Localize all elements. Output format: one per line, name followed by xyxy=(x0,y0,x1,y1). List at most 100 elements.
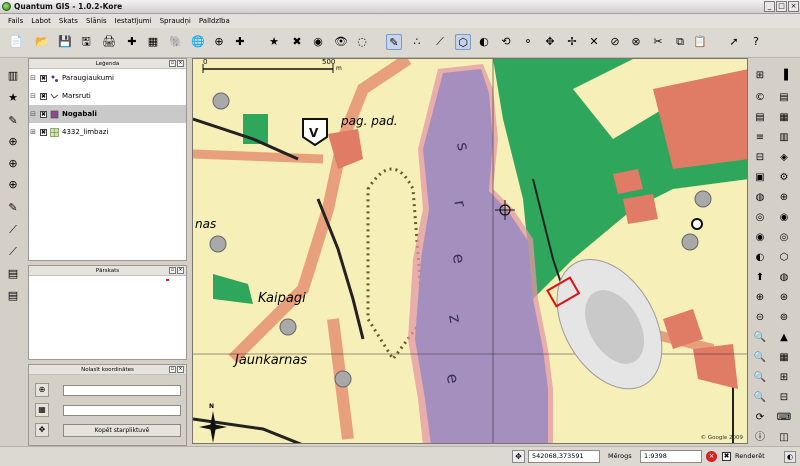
render-checkbox[interactable]: ✖ xyxy=(722,452,731,461)
mapserver-icon[interactable]: ⊞ xyxy=(776,370,792,386)
table-icon[interactable]: ▤ xyxy=(752,110,768,126)
menu-layer[interactable]: Slānis xyxy=(82,17,111,25)
dig-tool-icon[interactable]: ✎ xyxy=(5,200,21,216)
zoom-selection-icon[interactable]: 🔍 xyxy=(752,370,768,386)
contour-icon[interactable]: ⊚ xyxy=(776,310,792,326)
expand-icon[interactable]: ⊟ xyxy=(29,92,37,100)
add-vector-icon[interactable]: ✚ xyxy=(124,34,140,50)
add-spatialite-icon[interactable]: ✚ xyxy=(232,34,248,50)
add-postgis-icon[interactable]: 🐘 xyxy=(168,34,184,50)
stop-icon[interactable]: ⊗ xyxy=(628,34,644,50)
capture-polygon-icon[interactable]: ⬡ xyxy=(455,34,471,50)
close-panel-button[interactable]: × xyxy=(177,267,184,274)
layer-visibility-checkbox[interactable]: ✖ xyxy=(40,92,47,100)
projection-icon[interactable]: ◐ xyxy=(784,451,796,463)
menu-plugins[interactable]: Spraudņi xyxy=(156,17,195,25)
capture-icon[interactable]: ✥ xyxy=(35,423,49,437)
interpolation-icon[interactable]: ◎ xyxy=(776,230,792,246)
add-postgis-layer-icon[interactable]: ✎ xyxy=(5,113,21,129)
settings-icon[interactable]: ⚙ xyxy=(776,170,792,186)
expand-icon[interactable]: ⊟ xyxy=(29,110,37,118)
refresh-icon[interactable]: ⟳ xyxy=(752,410,768,426)
close-panel-button[interactable]: × xyxy=(177,60,184,67)
copy-to-clipboard-button[interactable]: Kopēt starpliktuvē xyxy=(63,424,181,437)
add-raster-layer-icon[interactable]: ★ xyxy=(5,90,21,106)
cut-icon[interactable]: ✂ xyxy=(650,34,666,50)
info-icon[interactable]: ⓘ xyxy=(752,430,768,446)
tile-index-icon[interactable]: ◫ xyxy=(776,430,792,446)
zoom-layer-icon[interactable]: 🔍 xyxy=(752,350,768,366)
menu-edit[interactable]: Labot xyxy=(27,17,55,25)
copyright-plugin-icon[interactable]: © xyxy=(752,90,768,106)
overview-icon[interactable]: ◉ xyxy=(310,34,326,50)
help-icon[interactable]: ? xyxy=(748,34,764,50)
layers-icon[interactable]: ▤ xyxy=(776,90,792,106)
legend-layer-row[interactable]: ⊞ ✖ 4332_limbazi xyxy=(29,123,186,141)
menu-help[interactable]: Palīdzība xyxy=(195,17,234,25)
new-file-icon[interactable]: 📄 xyxy=(8,34,24,50)
measure-line-icon[interactable]: ⟋ xyxy=(5,222,21,238)
open-icon[interactable]: 📂 xyxy=(34,34,50,50)
maximize-button[interactable]: □ xyxy=(776,1,787,12)
add-delimited-icon[interactable]: ⊕ xyxy=(5,156,21,172)
float-panel-button[interactable]: ▫ xyxy=(169,366,176,373)
capture-line-icon[interactable]: ⟋ xyxy=(432,34,448,50)
wfs-icon[interactable]: ◉ xyxy=(776,210,792,226)
minimize-button[interactable]: _ xyxy=(764,1,775,12)
float-panel-button[interactable]: ▫ xyxy=(169,60,176,67)
add-vector-layer-icon[interactable]: ▥ xyxy=(5,68,21,84)
grid-icon[interactable]: ▦ xyxy=(35,403,49,417)
edit-icon[interactable]: ✎ xyxy=(386,34,402,50)
split-icon[interactable]: ⚬ xyxy=(520,34,536,50)
oracle-icon[interactable]: ⊟ xyxy=(776,390,792,406)
delete-vertex-icon[interactable]: ✕ xyxy=(586,34,602,50)
coordinate-y-field[interactable] xyxy=(63,405,181,416)
reshape-icon[interactable]: ⟲ xyxy=(498,34,514,50)
spit-icon[interactable]: ◐ xyxy=(752,250,768,266)
expand-icon[interactable]: ⊞ xyxy=(29,128,37,136)
gps-tools-icon[interactable]: ◍ xyxy=(752,190,768,206)
scale-field[interactable]: 1:9398 xyxy=(640,450,702,463)
globe-icon[interactable]: ◎ xyxy=(752,210,768,226)
save-icon[interactable]: 💾 xyxy=(57,34,73,50)
stop-render-icon[interactable]: × xyxy=(706,451,717,462)
vertical-toolbar-icon[interactable]: ▐ xyxy=(776,68,792,84)
menu-view[interactable]: Skats xyxy=(55,17,82,25)
add-gps-icon[interactable]: ⊕ xyxy=(211,34,227,50)
save-as-icon[interactable]: 🖫 xyxy=(78,34,94,50)
map-canvas[interactable]: V 0 500 m pag. pad. nas Kaipagi Jaunkarn… xyxy=(192,58,748,444)
float-panel-button[interactable]: ▫ xyxy=(169,267,176,274)
legend-layer-row[interactable]: ⊟ ✖ Paraugiaukumi xyxy=(29,69,186,87)
georeferencer-icon[interactable]: ⊕ xyxy=(776,190,792,206)
print-icon[interactable]: 🖨 xyxy=(101,34,117,50)
georef-icon[interactable]: ▤ xyxy=(5,288,21,304)
layer-visibility-checkbox[interactable]: ✖ xyxy=(40,128,47,136)
heatmap-icon[interactable]: ▦ xyxy=(776,350,792,366)
dxf-icon[interactable]: ▦ xyxy=(776,110,792,126)
expand-icon[interactable]: ⊟ xyxy=(29,74,37,82)
add-gps-layer-icon[interactable]: ⊕ xyxy=(5,177,21,193)
zoom-full-icon[interactable]: 🔍 xyxy=(752,330,768,346)
buffer-icon[interactable]: ⊛ xyxy=(776,290,792,306)
raster-terrain-icon[interactable]: ▲ xyxy=(776,330,792,346)
capture-point-icon[interactable]: ∴ xyxy=(409,34,425,50)
paste-icon[interactable]: 📋 xyxy=(692,34,708,50)
geoprocessing-icon[interactable]: ◍ xyxy=(776,270,792,286)
legend-layer-row-selected[interactable]: ⊟ ✖ Nogabali xyxy=(29,105,186,123)
plugin-icon[interactable]: ⊞ xyxy=(752,68,768,84)
delete-feature-icon[interactable]: ⊘ xyxy=(607,34,623,50)
add-raster-icon[interactable]: ▦ xyxy=(145,34,161,50)
legend-layer-row[interactable]: ⊟ ✖ Marsruti xyxy=(29,87,186,105)
measure-area-icon[interactable]: ⟋ xyxy=(5,244,21,260)
layer-visibility-checkbox[interactable]: ✖ xyxy=(40,110,47,118)
show-all-icon[interactable]: 👁 xyxy=(333,34,349,50)
hide-all-icon[interactable]: ◌ xyxy=(354,34,370,50)
layer-visibility-checkbox[interactable]: ✖ xyxy=(40,74,47,82)
north-arrow-plugin-icon[interactable]: ⬆ xyxy=(752,270,768,286)
python-console-icon[interactable]: ⌨ xyxy=(776,410,792,426)
copy-icon[interactable]: ⧉ xyxy=(672,34,688,50)
move-feature-icon[interactable]: ◐ xyxy=(476,34,492,50)
shapefile-icon[interactable]: ⊟ xyxy=(752,150,768,166)
zoom-last-icon[interactable]: 🔍 xyxy=(752,390,768,406)
grass-icon[interactable]: ▣ xyxy=(752,170,768,186)
